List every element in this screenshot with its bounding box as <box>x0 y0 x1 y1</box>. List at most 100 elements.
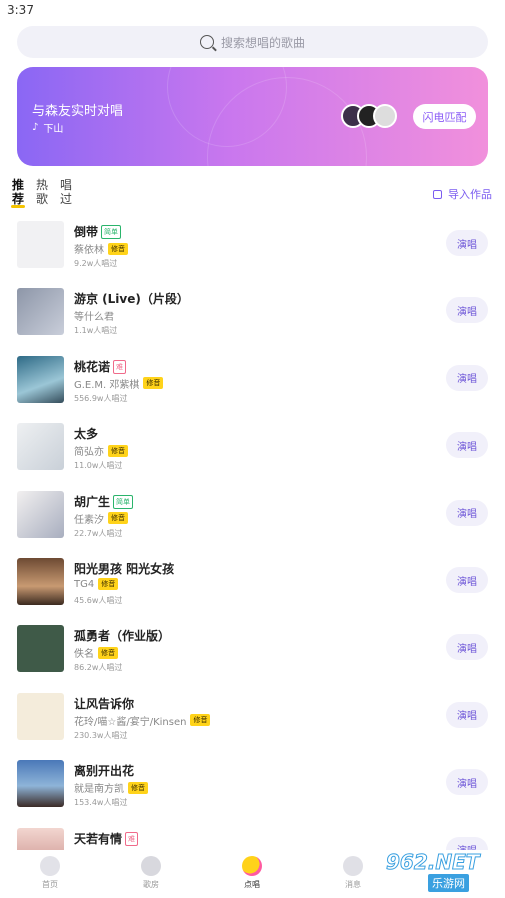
play-count: 153.4w人唱过 <box>74 798 128 808</box>
song-artist: 等什么君 <box>74 308 114 323</box>
banner-song-name: 下山 <box>43 124 64 135</box>
song-title-text: 倒带 <box>74 225 99 239</box>
song-cover[interactable] <box>17 288 64 336</box>
song-row[interactable]: 阳光男孩 阳光女孩 TG4 修音 45.6w人唱过 演唱 <box>0 558 505 618</box>
song-cover[interactable] <box>17 760 64 808</box>
pitch-correction-badge: 修音 <box>108 512 128 525</box>
song-row[interactable]: 让风告诉你 花玲/喵☆酱/宴宁/Kinsen 修音 230.3w人唱过 演唱 <box>0 692 505 753</box>
artist-name: 蔡依林 <box>74 245 104 256</box>
song-title-text: 孤勇者（作业版） <box>74 629 171 644</box>
play-count: 230.3w人唱过 <box>74 730 128 740</box>
room-icon <box>141 856 161 876</box>
sing-button[interactable]: 演唱 <box>446 567 488 593</box>
sing-button[interactable]: 演唱 <box>446 364 488 391</box>
nav-room[interactable]: 歌房 <box>121 856 181 890</box>
play-count: 556.9w人唱过 <box>74 393 128 403</box>
song-title: 离别开出花 <box>74 762 134 779</box>
difficulty-badge: 难 <box>125 831 139 846</box>
song-cover[interactable] <box>17 490 64 538</box>
song-title-text: 胡广生 <box>74 494 111 509</box>
sing-button[interactable]: 演唱 <box>446 634 488 661</box>
play-count: 22.7w人唱过 <box>74 528 123 538</box>
search-placeholder: 搜索想唱的歌曲 <box>220 35 305 50</box>
music-note-icon: ♪ <box>32 122 39 133</box>
sing-icon <box>242 856 262 876</box>
import-icon <box>433 189 442 199</box>
song-title: 让风告诉你 <box>74 695 134 712</box>
song-row[interactable]: 离别开出花 就是南方凯 修音 153.4w人唱过 演唱 <box>0 760 505 820</box>
pitch-correction-badge: 修音 <box>98 578 119 590</box>
status-bar: 3:37 <box>0 0 505 22</box>
song-row[interactable]: 胡广生 简单 任素汐 修音 22.7w人唱过 演唱 <box>0 490 505 551</box>
song-cover[interactable] <box>17 625 64 673</box>
artist-name: TG4 <box>74 578 95 590</box>
search-bar[interactable]: 搜索想唱的歌曲 <box>17 26 488 58</box>
search-icon <box>199 35 214 49</box>
song-title: 游京 (Live)（片段） <box>74 290 189 307</box>
song-row[interactable]: 太多 简弘亦 修音 11.0w人唱过 演唱 <box>0 423 505 483</box>
tab-sung[interactable]: 唱过 <box>59 178 73 206</box>
nav-sing[interactable]: 点唱 <box>222 856 282 890</box>
nav-label: 点唱 <box>244 880 260 889</box>
tab-hot[interactable]: 热歌 <box>35 178 49 206</box>
song-title-text: 太多 <box>74 427 99 442</box>
artist-name: 等什么君 <box>74 312 114 324</box>
sing-button[interactable]: 演唱 <box>446 230 488 256</box>
song-row[interactable]: 桃花诺难 G.E.M. 邓紫棋 修音 556.9w人唱过 演唱 <box>0 355 505 416</box>
sing-button[interactable]: 演唱 <box>446 499 488 526</box>
duet-banner[interactable]: 与森友实时对唱 ♪ 下山 闪电匹配 <box>17 67 488 166</box>
active-tab-indicator <box>11 205 25 208</box>
sing-button[interactable]: 演唱 <box>446 297 488 324</box>
nav-label: 首页 <box>42 880 58 889</box>
sing-button[interactable]: 演唱 <box>446 769 488 796</box>
artist-name: 佚名 <box>74 649 94 661</box>
song-cover[interactable] <box>17 221 64 268</box>
sing-button[interactable]: 演唱 <box>446 432 488 459</box>
nav-home[interactable]: 首页 <box>20 856 80 890</box>
artist-name: 就是南方凯 <box>74 784 124 796</box>
watermark-sub: 乐游网 <box>428 874 469 892</box>
song-title: 胡广生 简单 <box>74 493 134 510</box>
song-title: 天若有情难 <box>74 830 139 847</box>
song-cover[interactable] <box>17 692 64 740</box>
song-cover[interactable] <box>17 558 64 605</box>
tab-recommend[interactable]: 推荐 <box>11 178 25 206</box>
site-watermark: 962.NET 乐游网 <box>362 846 500 892</box>
song-artist: TG4 修音 <box>74 578 119 590</box>
pitch-correction-badge: 修音 <box>98 646 118 659</box>
song-title-text: 桃花诺 <box>74 359 111 374</box>
play-count: 11.0w人唱过 <box>74 461 123 471</box>
song-cover[interactable] <box>17 355 64 403</box>
pitch-correction-badge: 修音 <box>108 242 128 255</box>
banner-subtitle: ♪ 下山 <box>32 120 63 135</box>
message-icon <box>343 856 363 876</box>
lightning-match-button[interactable]: 闪电匹配 <box>413 104 476 129</box>
song-title: 太多 <box>74 425 98 442</box>
home-icon <box>40 856 60 876</box>
import-works-button[interactable]: 导入作品 <box>433 186 492 202</box>
song-row[interactable]: 孤勇者（作业版） 佚名 修音 86.2w人唱过 演唱 <box>0 625 505 685</box>
song-title-text: 阳光男孩 阳光女孩 <box>74 562 175 576</box>
song-cover[interactable] <box>17 423 64 471</box>
song-title: 阳光男孩 阳光女孩 <box>74 560 174 577</box>
difficulty-badge: 难 <box>113 359 127 374</box>
avatar <box>373 104 397 128</box>
nav-label: 歌房 <box>143 880 159 889</box>
difficulty-badge: 简单 <box>113 494 134 509</box>
difficulty-badge: 简单 <box>101 225 122 239</box>
song-row[interactable]: 倒带 简单 蔡依林 修音 9.2w人唱过 演唱 <box>0 221 505 281</box>
play-count: 86.2w人唱过 <box>74 663 123 673</box>
song-title-text: 天若有情 <box>74 831 123 846</box>
artist-name: 简弘亦 <box>74 447 104 459</box>
play-count: 1.1w人唱过 <box>74 326 118 336</box>
import-label: 导入作品 <box>448 188 492 201</box>
watermark-brand: 962.NET <box>385 850 480 875</box>
song-artist: 就是南方凯 修音 <box>74 780 148 795</box>
song-title: 倒带 简单 <box>74 223 122 240</box>
song-artist: 蔡依林 修音 <box>74 241 128 256</box>
song-artist: 任素汐 修音 <box>74 511 128 526</box>
play-count: 45.6w人唱过 <box>74 596 123 605</box>
song-artist: 简弘亦 修音 <box>74 443 128 458</box>
sing-button[interactable]: 演唱 <box>446 701 488 728</box>
song-row[interactable]: 游京 (Live)（片段） 等什么君 1.1w人唱过 演唱 <box>0 288 505 348</box>
